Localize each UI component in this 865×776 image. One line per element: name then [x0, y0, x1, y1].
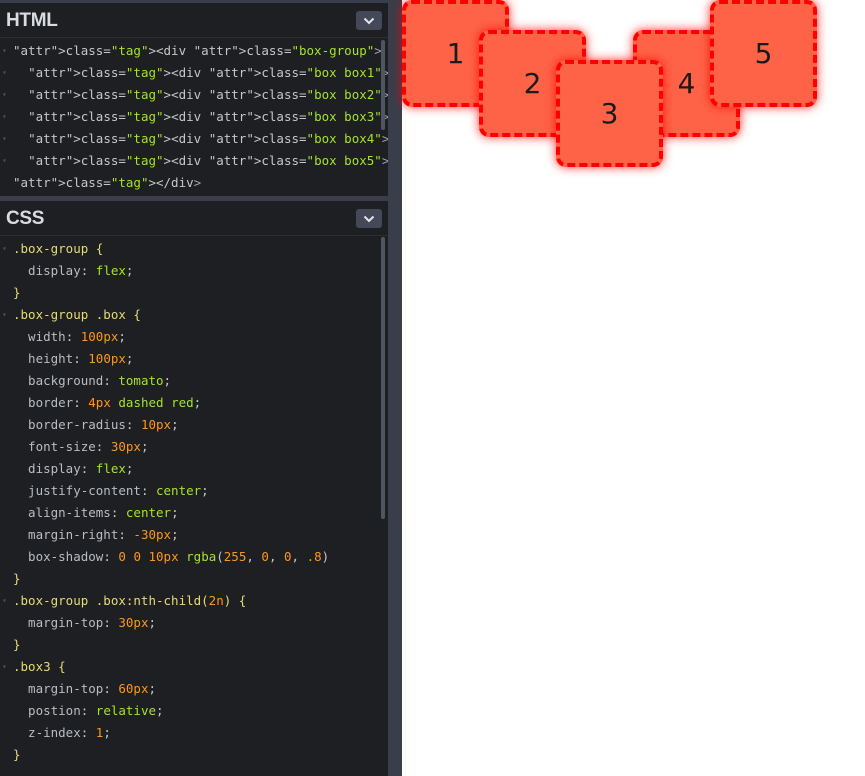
code-line-text: border-radius: 10px;	[13, 417, 179, 432]
code-line: box-shadow: 0 0 10px rgba(255, 0, 0, .8)	[0, 546, 388, 568]
code-line-text: height: 100px;	[13, 351, 134, 366]
code-line: ▾ "attr">class="tag"><div "attr">class="…	[0, 62, 388, 84]
code-line: }	[0, 282, 388, 304]
code-line-text: "attr">class="tag"><div "attr">class="bo…	[13, 43, 382, 58]
code-line: display: flex;	[0, 458, 388, 480]
code-line-text: .box-group .box:nth-child(2n) {	[13, 593, 247, 608]
code-line-text: }	[13, 285, 21, 300]
code-line: display: flex;	[0, 260, 388, 282]
chevron-down-icon	[363, 215, 375, 222]
code-line: ▾ "attr">class="tag"><div "attr">class="…	[0, 128, 388, 150]
result-preview: 1 2 3 4 5	[402, 0, 865, 776]
code-line: ▾ .box-group {	[0, 238, 388, 260]
code-line-text: "attr">class="tag"><div "attr">class="bo…	[28, 109, 388, 124]
code-line-text: .box-group {	[13, 241, 104, 256]
code-line-text: .box3 {	[13, 659, 66, 674]
code-line: width: 100px;	[0, 326, 388, 348]
code-line-text: "attr">class="tag"><div "attr">class="bo…	[28, 153, 388, 168]
css-panel-header: CSS	[0, 201, 388, 236]
code-line: border: 4px dashed red;	[0, 392, 388, 414]
code-line: margin-top: 30px;	[0, 612, 388, 634]
box-3: 3	[556, 60, 663, 167]
code-line-text: margin-top: 30px;	[13, 615, 157, 630]
html-panel-header: HTML	[0, 3, 388, 38]
code-line: ▾ "attr">class="tag"><div "attr">class="…	[0, 106, 388, 128]
css-panel-scrollbar[interactable]	[381, 237, 385, 519]
code-line: border-radius: 10px;	[0, 414, 388, 436]
code-line-text: "attr">class="tag"></div>	[13, 175, 202, 190]
code-line-text: background: tomato;	[13, 373, 172, 388]
code-line: ▾ "attr">class="tag"><div "attr">class="…	[0, 84, 388, 106]
code-line-text: display: flex;	[13, 461, 134, 476]
code-line: align-items: center;	[0, 502, 388, 524]
html-panel: HTML ▾ "attr">class="tag"><div "attr">cla…	[0, 3, 388, 196]
code-line-text: .box-group .box {	[13, 307, 141, 322]
code-line: z-index: 1;	[0, 722, 388, 744]
code-line: "attr">class="tag"></div>	[0, 172, 388, 194]
css-panel-title: CSS	[6, 208, 45, 229]
code-line-text: border: 4px dashed red;	[13, 395, 202, 410]
code-line: font-size: 30px;	[0, 436, 388, 458]
code-line: ▾ "attr">class="tag"><div "attr">class="…	[0, 150, 388, 172]
chevron-down-icon	[363, 17, 375, 24]
code-line: }	[0, 744, 388, 766]
code-line: postion: relative;	[0, 700, 388, 722]
code-line: }	[0, 568, 388, 590]
code-line: margin-top: 60px;	[0, 678, 388, 700]
code-line-text: }	[13, 571, 21, 586]
code-line: ▾ "attr">class="tag"><div "attr">class="b…	[0, 40, 388, 62]
code-line-text: }	[13, 747, 21, 762]
html-panel-title: HTML	[6, 10, 58, 31]
code-line: justify-content: center;	[0, 480, 388, 502]
code-line-text: "attr">class="tag"><div "attr">class="bo…	[28, 65, 388, 80]
css-panel-collapse-button[interactable]	[356, 209, 382, 228]
code-line-text: justify-content: center;	[13, 483, 209, 498]
html-panel-collapse-button[interactable]	[356, 11, 382, 30]
code-line: margin-right: -30px;	[0, 524, 388, 546]
code-line-text: display: flex;	[13, 263, 134, 278]
code-line-text: margin-right: -30px;	[13, 527, 179, 542]
code-line-text: z-index: 1;	[13, 725, 111, 740]
code-editor: HTML ▾ "attr">class="tag"><div "attr">cla…	[0, 0, 402, 776]
code-line: }	[0, 634, 388, 656]
code-line-text: box-shadow: 0 0 10px rgba(255, 0, 0, .8)	[13, 549, 330, 564]
code-line-text: }	[13, 637, 21, 652]
code-line: ▾ .box-group .box:nth-child(2n) {	[0, 590, 388, 612]
code-line: height: 100px;	[0, 348, 388, 370]
css-panel: CSS ▾ .box-group { display: flex; } ▾ .box…	[0, 201, 388, 776]
code-line-text: font-size: 30px;	[13, 439, 149, 454]
code-line-text: postion: relative;	[13, 703, 164, 718]
box-5: 5	[710, 0, 817, 107]
html-panel-scrollbar[interactable]	[381, 40, 385, 130]
code-line: ▾ .box-group .box {	[0, 304, 388, 326]
box-group: 1 2 3 4 5	[402, 0, 865, 167]
code-line-text: width: 100px;	[13, 329, 126, 344]
code-line: ▾ .box3 {	[0, 656, 388, 678]
code-line: background: tomato;	[0, 370, 388, 392]
html-code-area[interactable]: ▾ "attr">class="tag"><div "attr">class="b…	[0, 40, 388, 196]
code-line-text: margin-top: 60px;	[13, 681, 157, 696]
code-line-text: align-items: center;	[13, 505, 179, 520]
code-line-text: "attr">class="tag"><div "attr">class="bo…	[28, 87, 388, 102]
css-code-area[interactable]: ▾ .box-group { display: flex; } ▾ .box-gro…	[0, 238, 388, 776]
code-line-text: "attr">class="tag"><div "attr">class="bo…	[28, 131, 388, 146]
